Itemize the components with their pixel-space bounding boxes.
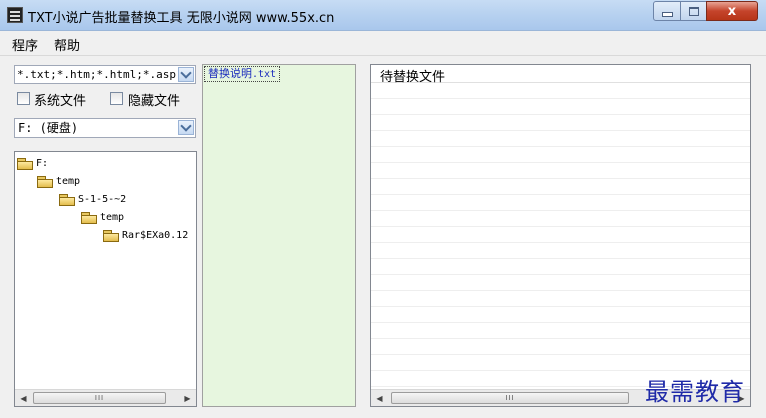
window-title: TXT小说广告批量替换工具 无限小说网 www.55x.cn [28,11,335,26]
maximize-button[interactable] [680,1,707,21]
drive-dropdown-button[interactable] [178,120,194,135]
scroll-left-button[interactable]: ◀ [15,390,32,406]
file-rows [371,83,750,388]
drive-combo[interactable]: F: (硬盘) [14,118,196,138]
column-header[interactable]: 待替换文件 [371,65,750,85]
close-icon: x [727,3,737,19]
tree-node-rar[interactable]: Rar$EXa0.12 [103,227,188,243]
chevron-down-icon [180,67,192,79]
scroll-thumb[interactable]: III [391,392,629,404]
file-filter-value: *.txt;*.htm;*.html;*.asp [17,68,176,81]
folder-open-icon [59,193,75,206]
list-item[interactable]: 替换说明.txt [204,66,281,82]
folder-open-icon [103,229,119,242]
tree-node-label: Rar$EXa0.12 [122,229,189,241]
maximize-icon [688,6,699,16]
tree-node-temp-sub[interactable]: temp [81,209,124,225]
menu-help[interactable]: 帮助 [54,35,80,54]
pending-files-list[interactable]: 待替换文件 ◀ III ▶ [370,64,751,407]
chevron-down-icon [180,120,192,132]
hidden-files-checkbox[interactable] [110,92,123,105]
scroll-right-button[interactable]: ▶ [179,390,196,406]
file-filter-combo[interactable]: *.txt;*.htm;*.html;*.asp [14,65,196,84]
tree-node-label: temp [56,175,81,187]
tree-horizontal-scrollbar[interactable]: ◀ III ▶ [15,389,196,406]
minimize-button[interactable] [653,1,681,21]
close-button[interactable]: x [706,1,758,21]
tree-node-label: S-1-5-~2 [78,193,127,205]
replace-rules-list[interactable]: 替换说明.txt [202,64,356,407]
system-files-checkbox[interactable] [17,92,30,105]
list-item-name: 替换说明 [208,67,252,80]
tree-node-sid[interactable]: S-1-5-~2 [59,191,126,207]
folder-open-icon [17,157,33,170]
menu-program[interactable]: 程序 [12,35,38,54]
tree-node-label: temp [100,211,125,223]
title-bar[interactable]: TXT小说广告批量替换工具 无限小说网 www.55x.cn x [0,0,766,31]
drive-value: F: (硬盘) [18,121,79,135]
app-icon [7,7,23,23]
watermark-text: 最需教育 [645,378,745,406]
folder-tree[interactable]: F: temp S-1-5-~2 temp Rar$EXa0.12 ◀ III … [14,151,197,407]
tree-node-temp[interactable]: temp [37,173,80,189]
folder-open-icon [81,211,97,224]
menu-bar: 程序 帮助 [0,31,766,56]
tree-node-drive[interactable]: F: [17,155,48,171]
scroll-thumb[interactable]: III [33,392,166,404]
file-filter-dropdown-button[interactable] [178,67,194,82]
list-item-ext: .txt [252,69,277,80]
minimize-icon [661,12,673,17]
system-files-label: 系统文件 [34,94,87,109]
hidden-files-label: 隐藏文件 [128,94,181,109]
scroll-left-button[interactable]: ◀ [371,390,388,406]
folder-open-icon [37,175,53,188]
tree-node-label: F: [36,157,49,169]
